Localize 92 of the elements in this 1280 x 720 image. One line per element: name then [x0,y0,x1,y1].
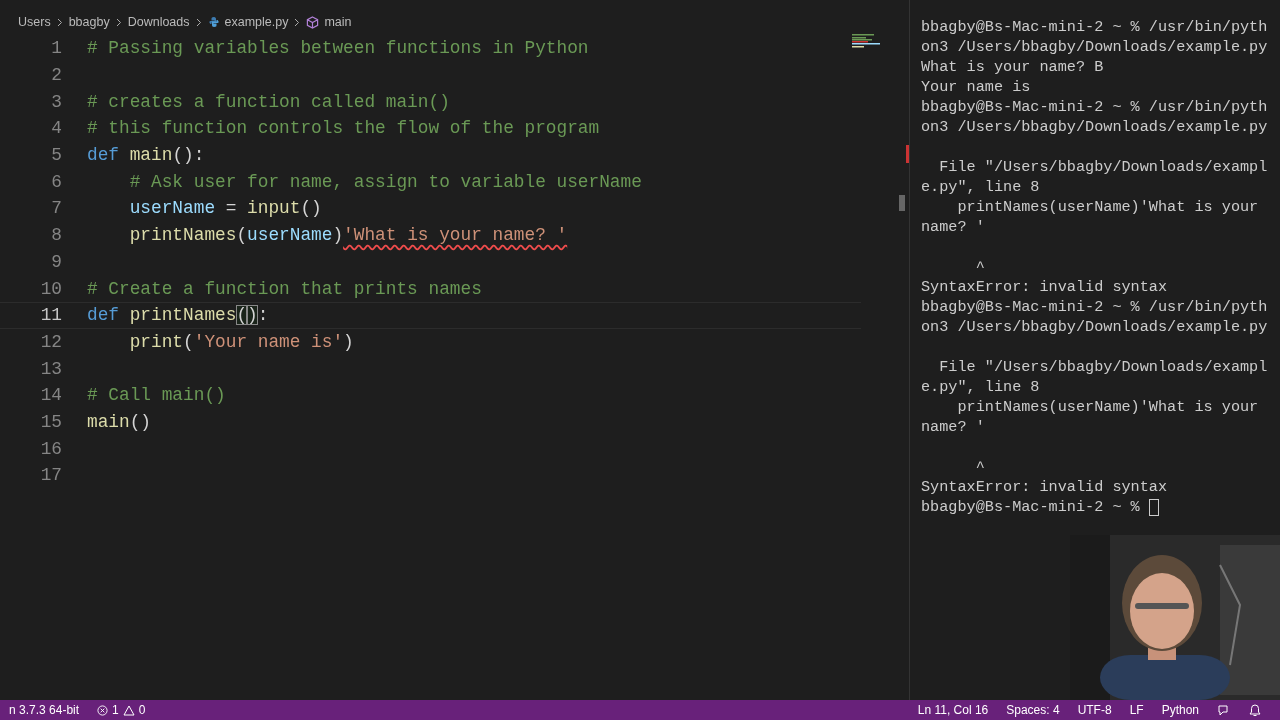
code-token: def [87,305,119,326]
terminal-line: bbagby@Bs-Mac-mini-2 ~ % /usr/bin/pyth [921,97,1268,117]
code-token: : [257,305,269,326]
code-token: # Create a function that prints names [87,278,482,299]
line-number: 17 [39,465,62,486]
status-item[interactable]: UTF-8 [1068,703,1121,717]
code-token: print [128,331,184,352]
line-number: 8 [50,225,62,246]
error-code-token: 'What is your name? ' [343,225,568,246]
terminal-line: name? ' [921,217,985,237]
code-token: # Call main() [87,385,226,406]
terminal-line: SyntaxError: invalid syntax [921,477,1168,497]
terminal-line: e.py", line 8 [921,177,1040,197]
code-token: userName [128,198,216,219]
code-token: 'Your name is' [193,331,344,352]
minimap-drawing [852,34,880,50]
code-token: ( [236,225,248,246]
code-token: (): [172,145,205,166]
line-number: 15 [39,411,62,432]
bell-icon[interactable] [1249,703,1261,717]
line-number: 5 [50,145,62,166]
cube-icon [306,15,320,29]
code-token: printNames [128,305,237,326]
matched-bracket: ) [247,305,258,326]
code-token: ) [343,331,354,352]
status-item[interactable]: LF [1120,703,1153,717]
code-token: # Passing variables between functions in Python [87,38,589,59]
terminal-line: File "/Users/bbagby/Downloads/exampl [938,357,1268,377]
terminal-line: Your name is [921,77,1031,97]
code-token: main [128,145,173,166]
terminal-line: What is your name? B [921,57,1104,77]
code-token: ) [332,225,344,246]
line-number: 16 [39,438,62,459]
line-number: 14 [39,385,62,406]
code-token: input [247,198,301,219]
error-count[interactable]: 1 [112,703,119,717]
code-token: # Ask user for name, assign to variable userName [128,171,642,192]
terminal-line: bbagby@Bs-Mac-mini-2 ~ % /usr/bin/pyth [921,297,1268,317]
line-number: 3 [50,91,62,112]
code-token: main [87,411,130,432]
error-icon [97,704,109,716]
chevron-icon [115,17,122,27]
code-token: ( [183,331,194,352]
line-number: 11 [39,305,62,326]
breadcrumb-item[interactable]: Users [18,15,51,29]
code-token: # this function controls the flow of the program [87,118,600,139]
line-number: 2 [50,65,62,86]
terminal-prompt: bbagby@Bs-Mac-mini-2 ~ % [921,497,1141,517]
line-number: 6 [50,171,62,192]
line-number: 12 [39,331,62,352]
terminal-line: on3 /Users/bbagby/Downloads/example.py [921,117,1268,137]
line-number: 4 [50,118,62,139]
line-number: 7 [50,198,62,219]
breadcrumb-item[interactable]: Downloads [127,15,190,29]
terminal-line: ^ [974,257,985,277]
status-item[interactable]: Spaces: 4 [997,703,1069,717]
line-number: 13 [39,358,62,379]
line-number: 10 [39,278,62,299]
breadcrumb-item[interactable]: bbagby [68,15,110,29]
terminal-line: name? ' [921,417,985,437]
terminal-line: printNames(userName)'What is your [956,397,1259,417]
terminal-line: printNames(userName)'What is your [956,197,1259,217]
code-token: # creates a function called main() [87,91,450,112]
code-token: () [129,411,152,432]
breadcrumb-item[interactable]: example.py [224,15,289,29]
terminal-line: on3 /Users/bbagby/Downloads/example.py [921,317,1268,337]
python-icon [207,16,220,28]
matched-bracket: ( [236,305,248,326]
line-number: 1 [50,38,62,59]
terminal-line: e.py", line 8 [921,377,1040,397]
warning-icon [122,704,135,716]
chevron-icon [56,17,63,27]
chevron-icon [294,17,301,27]
feedback-icon[interactable] [1217,703,1231,717]
terminal-line: on3 /Users/bbagby/Downloads/example.py [921,37,1268,57]
terminal-cursor [1148,498,1159,516]
line-number: 9 [50,251,62,272]
chevron-icon [195,17,202,27]
breadcrumb-item[interactable]: main [324,15,352,29]
code-token: userName [247,225,333,246]
code-token: printNames [128,225,237,246]
code-token: def [87,145,119,166]
status-item[interactable]: Ln 11, Col 16 [908,703,998,717]
warning-count[interactable]: 0 [138,703,146,717]
python-interpreter[interactable]: n 3.7.3 64-bit [0,703,89,717]
terminal-line: ^ [974,457,985,477]
code-token: = [224,198,238,219]
terminal-line: SyntaxError: invalid syntax [921,277,1168,297]
status-item[interactable]: Python [1152,703,1208,717]
code-token: () [300,198,322,219]
terminal-line: bbagby@Bs-Mac-mini-2 ~ % /usr/bin/pyth [921,17,1268,37]
terminal-line: File "/Users/bbagby/Downloads/exampl [938,157,1268,177]
